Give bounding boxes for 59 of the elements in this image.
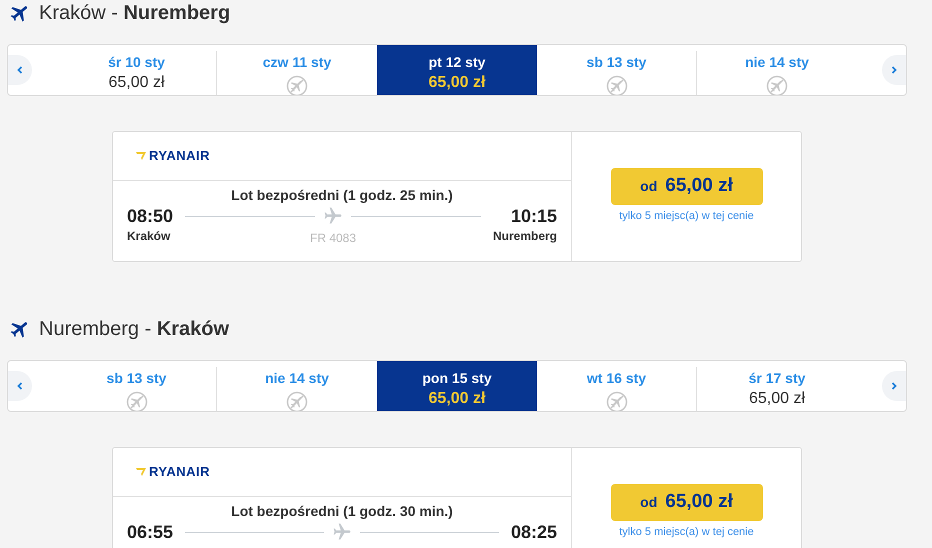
date-price: 65,00 zł	[108, 73, 165, 93]
date-label: śr 17 sty	[748, 369, 806, 388]
date-label: nie 14 sty	[265, 369, 329, 388]
seats-note: tylko 5 miejsc(a) w tej cenie	[619, 525, 754, 540]
next-button[interactable]	[882, 371, 906, 401]
date-tab[interactable]: nie 14 sty	[217, 367, 377, 411]
no-flight-icon	[126, 391, 148, 411]
date-label: wt 16 sty	[586, 369, 646, 388]
no-flight-icon	[606, 391, 628, 411]
airline-name: RYANAIR	[149, 147, 210, 166]
no-flight-icon	[606, 75, 628, 95]
no-flight-icon	[766, 75, 788, 95]
route-title: Kraków - Nuremberg	[39, 0, 230, 26]
seats-note: tylko 5 miejsc(a) w tej cenie	[619, 209, 754, 224]
no-flight-icon	[286, 75, 308, 95]
date-label: pt 12 sty	[428, 53, 486, 72]
date-tab[interactable]: śr 17 sty 65,00 zł	[697, 367, 857, 411]
flight-summary: Lot bezpośredni (1 godz. 25 min.)	[230, 186, 454, 205]
date-tab[interactable]: sb 13 sty	[537, 51, 697, 95]
airline-name: RYANAIR	[149, 463, 210, 482]
date-price: 65,00 zł	[428, 73, 486, 93]
chevron-left-icon	[15, 65, 25, 75]
date-tab[interactable]: wt 16 sty	[537, 367, 697, 411]
price-button[interactable]: od 65,00 zł	[610, 484, 762, 521]
date-price: 65,00 zł	[428, 389, 486, 409]
chevron-left-icon	[15, 381, 25, 391]
date-label: sb 13 sty	[106, 369, 166, 388]
date-tab[interactable]: pt 12 sty 65,00 zł	[377, 45, 537, 95]
arrival-time: 10:15	[510, 205, 557, 227]
route-title: Nuremberg - Kraków	[39, 316, 230, 342]
date-label: śr 10 sty	[108, 53, 165, 72]
chevron-right-icon	[889, 381, 899, 391]
harp-logo-icon	[136, 467, 146, 477]
flight-summary: Lot bezpośredni (1 godz. 30 min.)	[230, 502, 454, 521]
date-tab[interactable]: nie 14 sty	[697, 51, 857, 95]
departure-time: 06:55	[127, 521, 174, 543]
date-tab[interactable]: śr 10 sty 65,00 zł	[57, 51, 217, 95]
arrival-city: Nuremberg	[492, 228, 557, 245]
flight-number: FR 4083	[310, 230, 356, 247]
date-label: sb 13 sty	[586, 53, 646, 72]
arrival-time: 08:25	[510, 521, 557, 543]
date-label: czw 11 sty	[262, 53, 332, 72]
date-label: pon 15 sty	[422, 369, 492, 388]
date-tab[interactable]: pon 15 sty 65,00 zł	[377, 361, 537, 411]
harp-logo-icon	[136, 151, 146, 161]
next-button[interactable]	[882, 55, 906, 85]
price-button[interactable]: od 65,00 zł	[610, 168, 762, 205]
date-tab[interactable]: sb 13 sty	[57, 367, 217, 411]
previous-button[interactable]	[8, 371, 32, 401]
date-label: nie 14 sty	[745, 53, 809, 72]
date-price: 65,00 zł	[748, 389, 806, 409]
plane-icon	[323, 206, 344, 226]
departure-city: Kraków	[127, 228, 170, 245]
chevron-right-icon	[889, 65, 899, 75]
previous-button[interactable]	[8, 55, 32, 85]
plane-icon	[332, 522, 352, 542]
departure-time: 08:50	[127, 205, 174, 227]
date-tab[interactable]: czw 11 sty	[217, 51, 377, 95]
no-flight-icon	[286, 391, 308, 411]
